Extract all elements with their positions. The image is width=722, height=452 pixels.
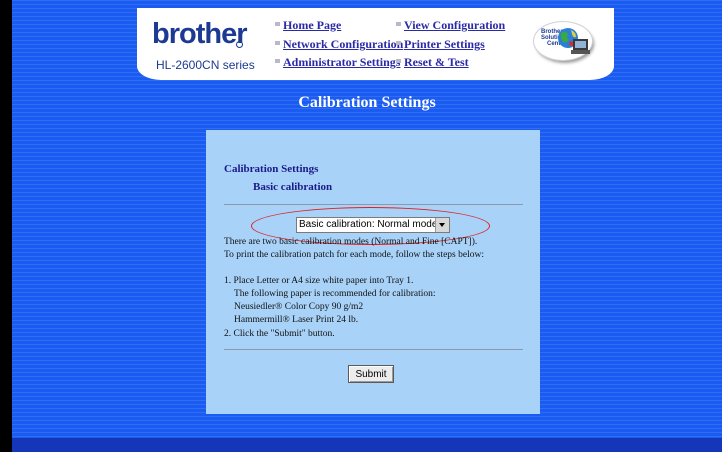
page-title: Calibration Settings	[298, 94, 436, 111]
nav-view-configuration[interactable]: View Configuration	[404, 18, 505, 32]
bullet-icon	[396, 41, 401, 45]
divider	[224, 204, 523, 205]
step-1: 1. Place Letter or A4 size white paper i…	[224, 276, 414, 286]
paper-recommendation-2: Hammermill® Laser Print 24 lb.	[234, 315, 359, 325]
nav-printer-settings[interactable]: Printer Settings	[404, 37, 485, 51]
footer-band	[12, 438, 722, 452]
section-subtitle: Basic calibration	[253, 181, 333, 193]
brother-logo: brother	[152, 18, 247, 50]
step-2: 2. Click the "Submit" button.	[224, 329, 335, 339]
divider	[224, 349, 523, 350]
paper-recommendation-1: Neusiedler® Color Copy 90 g/m2	[234, 302, 364, 312]
bullet-icon	[275, 41, 280, 45]
intro-text-2: To print the calibration patch for each …	[224, 250, 484, 260]
bullet-icon	[396, 59, 401, 63]
bullet-icon	[396, 22, 401, 26]
intro-text-1: There are two basic calibration modes (N…	[224, 237, 478, 247]
nav-network-configuration[interactable]: Network Configuration	[283, 37, 403, 51]
step-1-detail: The following paper is recommended for c…	[234, 289, 436, 299]
nav-home-page[interactable]: Home Page	[283, 18, 341, 32]
header-banner: brother HL-2600CN series Home Page Netwo…	[137, 8, 614, 80]
nav-reset-test[interactable]: Reset & Test	[404, 55, 469, 69]
bullet-icon	[275, 59, 280, 63]
solutions-center-button[interactable]: Brother Solutions Center	[534, 22, 592, 60]
model-name: HL-2600CN series	[156, 58, 255, 72]
registered-mark-icon	[236, 41, 243, 48]
nav-administrator-settings[interactable]: Administrator Settings	[283, 55, 400, 69]
page-background: brother HL-2600CN series Home Page Netwo…	[12, 0, 722, 452]
section-title: Calibration Settings	[224, 163, 319, 175]
submit-button[interactable]: Submit	[348, 365, 394, 383]
bullet-icon	[275, 22, 280, 26]
globe-computer-icon	[558, 28, 590, 54]
calibration-panel: Calibration Settings Basic calibration B…	[206, 130, 540, 414]
